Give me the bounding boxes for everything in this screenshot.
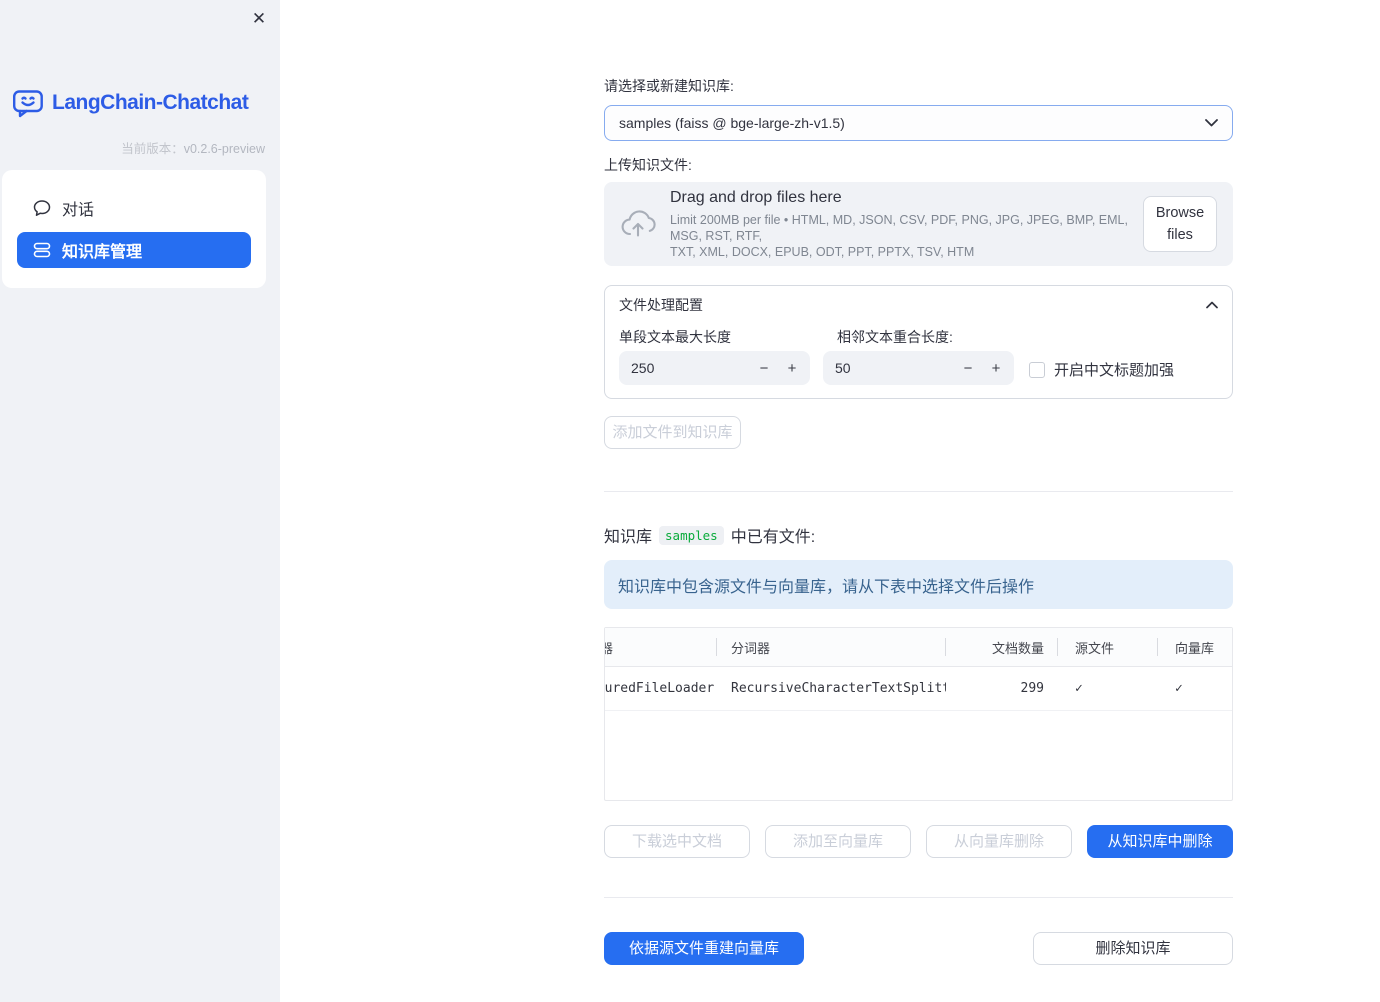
cell-splitter: RecursiveCharacterTextSplitter: [717, 681, 946, 696]
zh-title-enhance-checkbox-row[interactable]: 开启中文标题加强: [1029, 359, 1174, 380]
sidebar-menu: 对话 知识库管理: [2, 170, 266, 288]
col-header-label: 源文件: [1075, 641, 1115, 657]
increment-button[interactable]: +: [982, 360, 1010, 377]
table-row[interactable]: UnstructuredFileLoader RecursiveCharacte…: [605, 667, 1232, 711]
col-header-label: 文档加载器: [605, 641, 614, 657]
version-value: v0.2.6-preview: [183, 142, 265, 156]
kb-files-suffix: 中已有文件:: [730, 529, 816, 546]
chunk-overlap-label: 相邻文本重合长度:: [837, 329, 953, 345]
chunk-size-value: 250: [631, 360, 655, 376]
chevron-up-icon: [1206, 301, 1218, 308]
file-config-expander: 文件处理配置 单段文本最大长度: 相邻文本重合长度: 250 − + 50 − …: [604, 285, 1233, 399]
chunk-size-input[interactable]: 250 − +: [619, 351, 810, 385]
cell-loader: UnstructuredFileLoader: [605, 681, 717, 696]
info-banner: 知识库中包含源文件与向量库，请从下表中选择文件后操作: [604, 560, 1233, 609]
info-text: 知识库中包含源文件与向量库，请从下表中选择文件后操作: [618, 578, 1035, 596]
checkbox-label[interactable]: 开启中文标题加强: [1054, 359, 1174, 380]
decrement-button[interactable]: −: [750, 360, 778, 377]
kb-name-code: samples: [659, 525, 724, 545]
kb-select-label: 请选择或新建知识库:: [604, 78, 734, 94]
cell-vector-store-check: ✓: [1158, 681, 1228, 696]
browse-files-button[interactable]: Browse files: [1143, 196, 1217, 252]
col-header-splitter: 分词器: [717, 638, 946, 657]
col-header-label: 文档数量: [991, 641, 1044, 657]
cell-doc-count: 299: [946, 681, 1058, 696]
download-selected-button[interactable]: 下载选中文档: [604, 825, 750, 858]
checkmark: ✓: [1175, 681, 1183, 696]
checkbox-unchecked[interactable]: [1029, 361, 1045, 378]
checkmark: ✓: [1075, 681, 1083, 696]
divider: [604, 897, 1233, 898]
sidebar-item-knowledge-base[interactable]: 知识库管理: [17, 232, 251, 268]
dropzone-title: Drag and drop files here: [670, 188, 842, 206]
upload-label: 上传知识文件:: [604, 157, 692, 173]
files-table[interactable]: 文档加载器 分词器 文档数量 源文件 向量库 UnstructuredFileL…: [604, 627, 1233, 801]
kb-select-value: samples (faiss @ bge-large-zh-v1.5): [619, 115, 845, 131]
cell-value: UnstructuredFileLoader: [605, 681, 715, 696]
col-header-doc-count: 文档数量: [946, 638, 1058, 657]
delete-kb-button[interactable]: 删除知识库: [1033, 932, 1233, 965]
expander-header[interactable]: 文件处理配置: [605, 286, 1232, 323]
expander-title: 文件处理配置: [619, 296, 703, 313]
app-title: LangChain-Chatchat: [52, 91, 249, 114]
sidebar-item-dialogue[interactable]: 对话: [17, 190, 251, 226]
dropzone-limit-text: Limit 200MB per file • HTML, MD, JSON, C…: [670, 212, 1143, 260]
chunk-overlap-value: 50: [835, 360, 851, 376]
app-logo: LangChain-Chatchat: [12, 87, 249, 119]
decrement-button[interactable]: −: [954, 360, 982, 377]
stack-icon: [33, 242, 51, 258]
delete-from-kb-button[interactable]: 从知识库中删除: [1087, 825, 1233, 858]
table-header-row: 文档加载器 分词器 文档数量 源文件 向量库: [605, 628, 1232, 667]
delete-from-vector-store-button[interactable]: 从向量库删除: [926, 825, 1072, 858]
chunk-size-label: 单段文本最大长度:: [619, 329, 731, 345]
main-content: 请选择或新建知识库: samples (faiss @ bge-large-zh…: [280, 0, 1380, 1002]
file-action-buttons: 下载选中文档 添加至向量库 从向量库删除 从知识库中删除: [604, 825, 1233, 858]
logo-chat-smiley-icon: [13, 90, 43, 118]
version-text: 当前版本：v0.2.6-preview: [121, 138, 265, 157]
chat-bubble-icon: [33, 200, 51, 216]
sidebar: ✕ LangChain-Chatchat 当前版本：v0.2.6-preview…: [0, 0, 280, 1002]
kb-select[interactable]: samples (faiss @ bge-large-zh-v1.5): [604, 105, 1233, 141]
col-header-label: 分词器: [731, 641, 771, 657]
version-label: 当前版本：: [121, 142, 184, 156]
expander-body: 单段文本最大长度: 相邻文本重合长度: 250 − + 50 − + 开启中文标…: [605, 323, 1232, 399]
sidebar-item-label: 对话: [62, 202, 95, 219]
col-header-label: 向量库: [1175, 641, 1215, 657]
dropzone-text: Drag and drop files here Limit 200MB per…: [670, 189, 1143, 260]
cell-source-file-check: ✓: [1058, 681, 1158, 696]
cell-value: RecursiveCharacterTextSplitter: [731, 681, 946, 696]
col-header-vector-store: 向量库: [1158, 638, 1228, 657]
chevron-down-icon: [1205, 119, 1218, 127]
divider: [604, 491, 1233, 492]
kb-files-prefix: 知识库: [604, 529, 653, 546]
col-header-source-file: 源文件: [1058, 638, 1158, 657]
increment-button[interactable]: +: [778, 360, 806, 377]
rebuild-vector-store-button[interactable]: 依据源文件重建向量库: [604, 932, 804, 965]
chunk-overlap-input[interactable]: 50 − +: [823, 351, 1014, 385]
file-dropzone[interactable]: Drag and drop files here Limit 200MB per…: [604, 182, 1233, 266]
cloud-upload-icon: [621, 210, 656, 237]
cell-value: 299: [1020, 681, 1044, 696]
col-header-loader: 文档加载器: [605, 638, 717, 657]
dropzone-limit-line1: Limit 200MB per file • HTML, MD, JSON, C…: [670, 212, 1128, 243]
add-files-to-kb-button[interactable]: 添加文件到知识库: [604, 416, 741, 449]
sidebar-close-icon[interactable]: ✕: [246, 6, 272, 32]
kb-files-heading: 知识库 samples 中已有文件:: [604, 523, 1233, 547]
dropzone-limit-line2: TXT, XML, DOCX, EPUB, ODT, PPT, PPTX, TS…: [670, 244, 975, 259]
sidebar-item-label: 知识库管理: [62, 244, 143, 261]
add-to-vector-store-button[interactable]: 添加至向量库: [765, 825, 911, 858]
